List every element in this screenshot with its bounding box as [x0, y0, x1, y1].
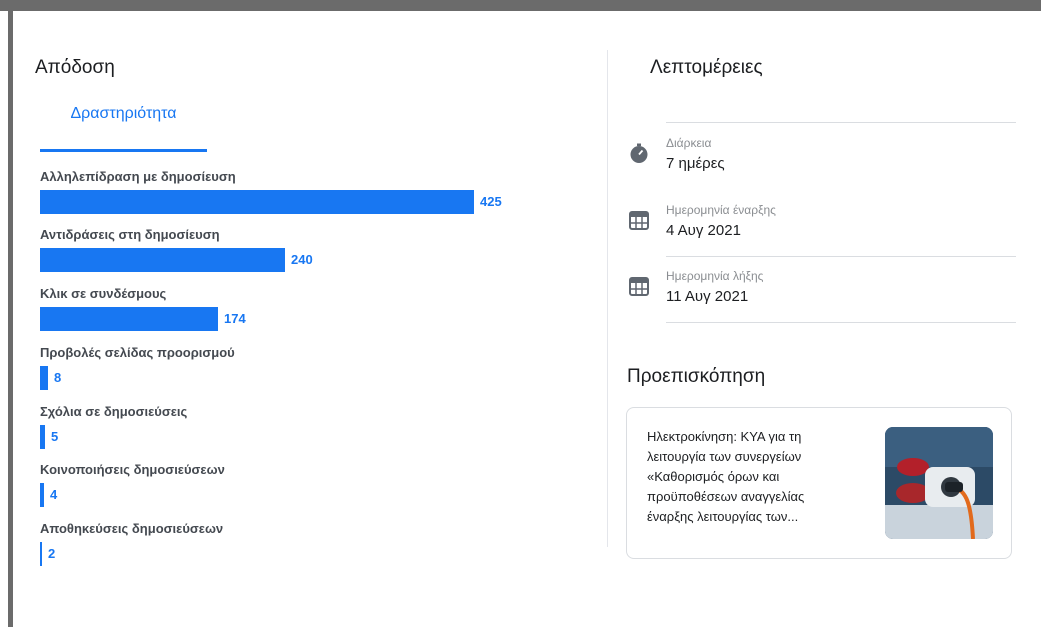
- metric-item: Αλληλεπίδραση με δημοσίευση 425: [40, 168, 560, 214]
- metric-value: 5: [51, 429, 59, 444]
- metric-label: Κοινοποιήσεις δημοσιεύσεων: [40, 462, 225, 477]
- details-title: Λεπτομέρειες: [650, 57, 763, 78]
- metric-bar: [40, 307, 218, 331]
- preview-title: Προεπισκόπηση: [627, 366, 766, 387]
- detail-end-date: Ημερομηνία λήξης 11 Αυγ 2021: [628, 269, 1018, 329]
- metric-item: Αποθηκεύσεις δημοσιεύσεων 2: [40, 520, 560, 566]
- tab-activity[interactable]: Δραστηριότητα: [40, 103, 207, 152]
- metric-item: Κλικ σε συνδέσμους 174: [40, 285, 560, 331]
- metric-bar: [40, 248, 285, 272]
- tab-activity-label: Δραστηριότητα: [70, 105, 177, 122]
- ev-charging-thumbnail: [885, 427, 993, 539]
- metric-item: Προβολές σελίδας προορισμού 8: [40, 344, 560, 390]
- stopwatch-icon: [630, 143, 648, 163]
- detail-start-date: Ημερομηνία έναρξης 4 Αυγ 2021: [628, 203, 1018, 263]
- detail-label: Ημερομηνία έναρξης: [666, 203, 776, 217]
- metric-item: Κοινοποιήσεις δημοσιεύσεων 4: [40, 461, 560, 507]
- detail-value: 7 ημέρες: [666, 155, 725, 172]
- metric-bar: [40, 425, 45, 449]
- performance-title: Απόδοση: [35, 57, 115, 78]
- detail-duration: Διάρκεια 7 ημέρες: [628, 136, 1018, 196]
- preview-card[interactable]: Ηλεκτροκίνηση: ΚΥΑ για τη λειτουργία των…: [626, 407, 1012, 559]
- preview-text: Ηλεκτροκίνηση: ΚΥΑ για τη λειτουργία των…: [647, 429, 805, 524]
- metric-label: Σχόλια σε δημοσιεύσεις: [40, 404, 188, 419]
- metric-label: Αποθηκεύσεις δημοσιεύσεων: [40, 521, 224, 536]
- metric-value: 425: [480, 194, 502, 209]
- metric-bar: [40, 190, 474, 214]
- metric-value: 2: [48, 546, 56, 561]
- calendar-icon: [629, 211, 649, 230]
- panel-divider: [607, 50, 608, 547]
- detail-label: Διάρκεια: [666, 136, 712, 150]
- metric-value: 4: [50, 487, 58, 502]
- detail-value: 4 Αυγ 2021: [666, 222, 741, 239]
- metric-bar: [40, 366, 48, 390]
- frame-top-border: [0, 0, 1041, 11]
- metric-item: Αντιδράσεις στη δημοσίευση 240: [40, 226, 560, 272]
- calendar-icon: [629, 277, 649, 296]
- metric-bar: [40, 542, 42, 566]
- metric-item: Σχόλια σε δημοσιεύσεις 5: [40, 403, 560, 449]
- detail-value: 11 Αυγ 2021: [666, 288, 749, 305]
- tab-active-indicator: [40, 149, 207, 152]
- metric-label: Αντιδράσεις στη δημοσίευση: [40, 227, 220, 242]
- detail-label: Ημερομηνία λήξης: [666, 269, 764, 283]
- divider: [666, 322, 1016, 323]
- divider: [666, 256, 1016, 257]
- metric-value: 240: [291, 252, 313, 267]
- divider: [666, 122, 1016, 123]
- metric-bar: [40, 483, 44, 507]
- metric-label: Κλικ σε συνδέσμους: [40, 286, 167, 301]
- frame-left-border: [8, 11, 13, 627]
- metric-value: 8: [54, 370, 62, 385]
- metric-label: Αλληλεπίδραση με δημοσίευση: [40, 169, 236, 184]
- metric-label: Προβολές σελίδας προορισμού: [40, 345, 235, 360]
- metric-value: 174: [224, 311, 246, 326]
